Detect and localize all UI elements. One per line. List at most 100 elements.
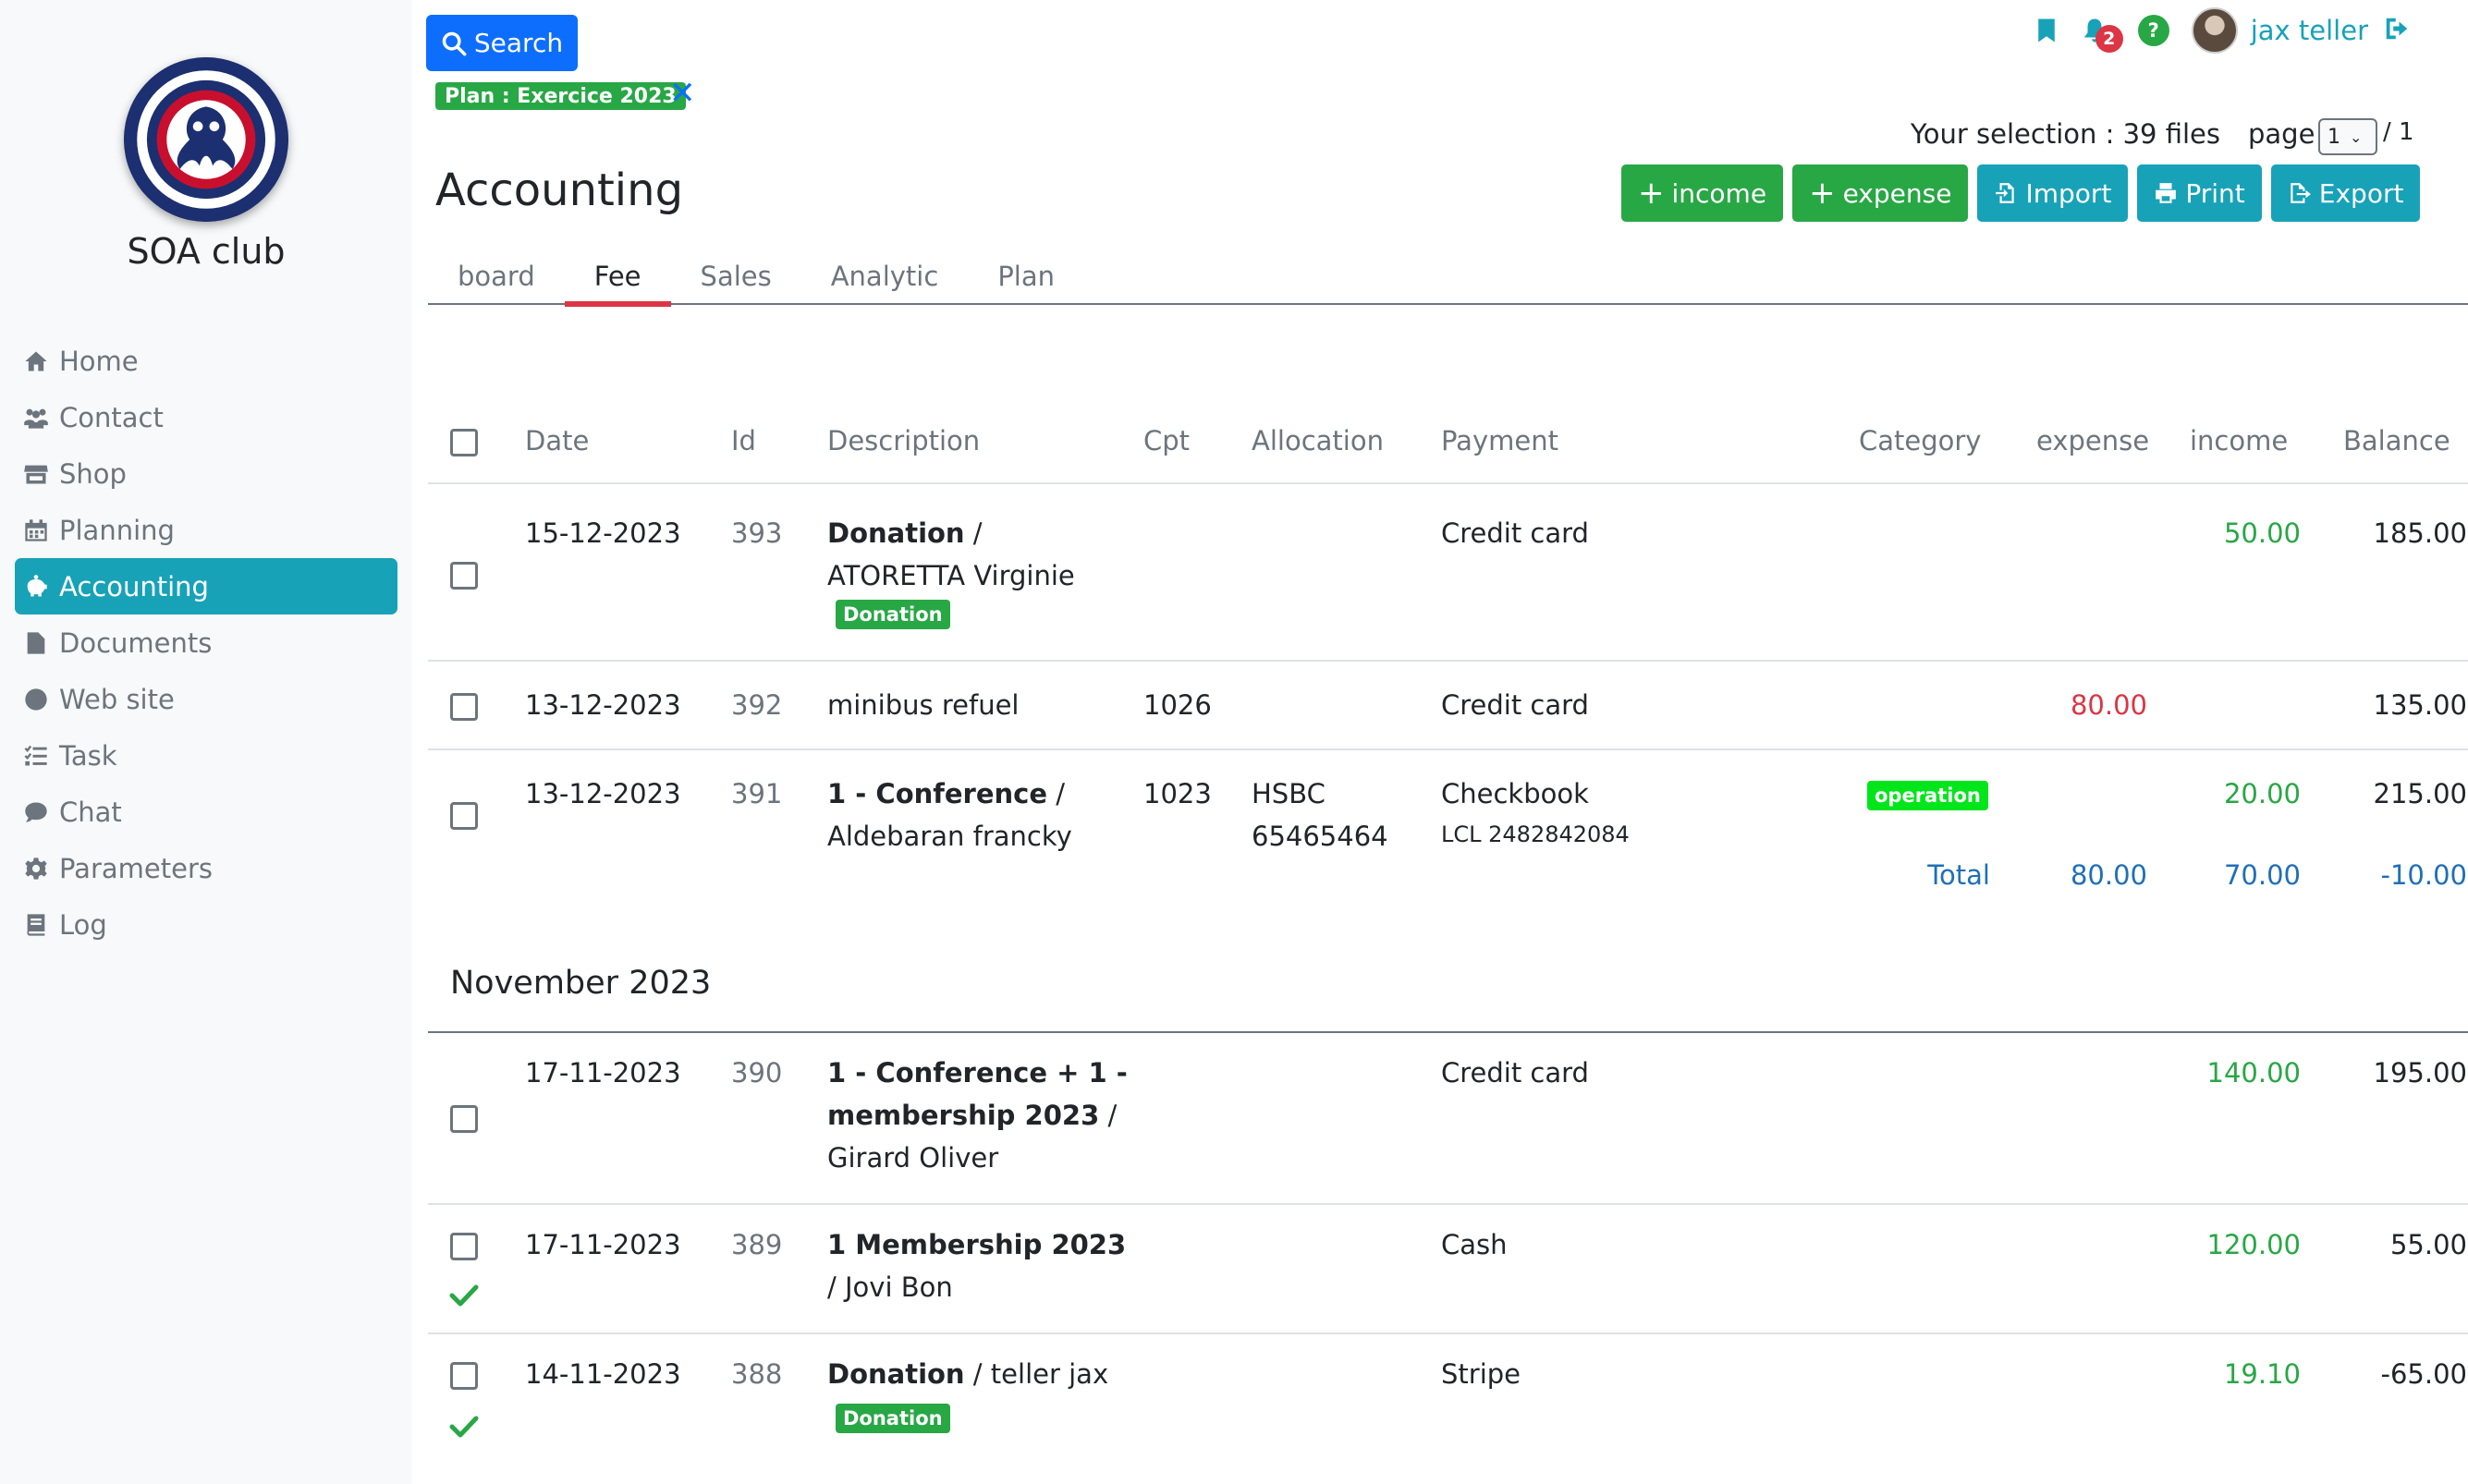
import-button[interactable]: Import — [1977, 164, 2129, 222]
sidebar-item-home[interactable]: Home — [15, 333, 397, 389]
row-checkbox[interactable] — [450, 1233, 478, 1260]
sidebar-item-chat[interactable]: Chat — [15, 784, 397, 840]
column-header-balance[interactable]: Balance — [2343, 425, 2450, 456]
row-date: 14-11-2023 — [525, 1358, 681, 1390]
row-id[interactable]: 392 — [731, 684, 782, 726]
sidebar-item-documents[interactable]: Documents — [15, 614, 397, 671]
row-date: 13-12-2023 — [525, 778, 681, 809]
row-payment: Credit card — [1441, 689, 1589, 721]
row-id[interactable]: 389 — [731, 1223, 782, 1266]
sidebar-nav: Home Contact Shop Planning Accounting Do… — [15, 333, 397, 953]
table-row[interactable]: 15-12-2023 393 Donation / ATORETTA Virgi… — [428, 484, 2468, 662]
totals-expense: 80.00 — [2070, 859, 2147, 891]
users-icon — [22, 404, 59, 432]
row-balance: 195.00 — [2373, 1057, 2467, 1089]
row-id[interactable]: 393 — [731, 512, 782, 554]
column-header-income[interactable]: income — [2190, 425, 2288, 456]
remove-filter-button[interactable]: ✕ — [669, 78, 696, 109]
page-select[interactable]: 1 ⌄ — [2318, 118, 2377, 155]
row-checkbox[interactable] — [450, 802, 478, 830]
column-header-category[interactable]: Category — [1859, 425, 1981, 456]
sidebar-item-parameters[interactable]: Parameters — [15, 840, 397, 896]
row-balance: 215.00 — [2373, 778, 2467, 809]
row-tag: Donation — [836, 597, 950, 629]
table-row[interactable]: 17-11-2023 389 1 Membership 2023 / Jovi … — [428, 1205, 2468, 1334]
sidebar-item-web-site[interactable]: Web site — [15, 671, 397, 727]
column-header-cpt[interactable]: Cpt — [1143, 425, 1190, 456]
help-button[interactable]: ? — [2137, 15, 2169, 46]
export-button[interactable]: Export — [2270, 164, 2421, 222]
search-button[interactable]: Search — [426, 15, 578, 71]
sidebar-item-planning[interactable]: Planning — [15, 502, 397, 558]
logout-button[interactable] — [2381, 15, 2413, 46]
column-header-date[interactable]: Date — [525, 425, 589, 456]
column-header-allocation[interactable]: Allocation — [1252, 425, 1384, 456]
column-header-payment[interactable]: Payment — [1441, 425, 1558, 456]
sidebar-item-task[interactable]: Task — [15, 727, 397, 784]
sidebar-item-contact[interactable]: Contact — [15, 389, 397, 445]
add-income-button[interactable]: + income — [1621, 164, 1784, 222]
table-header: Date Id Description Cpt Allocation Payme… — [428, 412, 2468, 484]
tab-plan[interactable]: Plan — [968, 248, 1084, 305]
print-button[interactable]: Print — [2137, 164, 2262, 222]
donation-tag: Donation — [836, 600, 950, 629]
row-cpt: 1023 — [1143, 778, 1212, 809]
club-logo — [124, 57, 288, 222]
row-id[interactable]: 388 — [731, 1353, 782, 1395]
sidebar-item-log[interactable]: Log — [15, 896, 397, 953]
tab-bar: board Fee Sales Analytic Plan — [428, 248, 2468, 307]
print-label: Print — [2185, 177, 2245, 209]
file-icon — [22, 629, 59, 657]
row-description[interactable]: minibus refuel — [827, 684, 1019, 726]
row-payment: Cash — [1441, 1229, 1508, 1260]
row-checkbox[interactable] — [450, 693, 478, 721]
sidebar-item-label: Planning — [59, 514, 175, 546]
row-checkbox[interactable] — [450, 562, 478, 590]
row-description[interactable]: Donation / ATORETTA Virginie — [827, 512, 1105, 597]
sidebar-item-shop[interactable]: Shop — [15, 445, 397, 502]
add-expense-label: expense — [1842, 177, 1952, 209]
tab-analytic[interactable]: Analytic — [801, 248, 969, 305]
row-description[interactable]: Donation / teller jax — [827, 1353, 1132, 1395]
row-description[interactable]: 1 - Conference + 1 - membership 2023 / G… — [827, 1052, 1132, 1179]
row-checkbox[interactable] — [450, 1362, 478, 1390]
add-expense-button[interactable]: + expense — [1792, 164, 1969, 222]
club-name: SOA club — [127, 231, 286, 272]
top-right-toolbar: 2 ? jax teller — [2029, 7, 2413, 54]
select-all-checkbox[interactable] — [450, 429, 478, 456]
notifications-button[interactable]: 2 — [2077, 12, 2123, 53]
store-icon — [22, 460, 59, 488]
avatar[interactable] — [2191, 7, 2238, 54]
table-row[interactable]: 17-11-2023 390 1 - Conference + 1 - memb… — [428, 1033, 2468, 1205]
row-id[interactable]: 390 — [731, 1052, 782, 1094]
table-row[interactable]: 14-11-2023 388 Donation / teller jax Don… — [428, 1334, 2468, 1464]
search-icon — [442, 31, 467, 55]
description-title: 1 Membership 2023 — [827, 1229, 1127, 1260]
tab-fee[interactable]: Fee — [564, 248, 671, 307]
row-date: 17-11-2023 — [525, 1229, 681, 1260]
sidebar-item-label: Home — [59, 345, 139, 377]
filter-chip: Plan : Exercice 2023 — [435, 82, 686, 110]
row-checkbox[interactable] — [450, 1105, 478, 1133]
house-icon — [22, 347, 59, 375]
column-header-description[interactable]: Description — [827, 425, 980, 456]
bookmark-button[interactable] — [2029, 12, 2064, 49]
row-cpt: 1026 — [1143, 689, 1212, 721]
chevron-down-icon: ⌄ — [2350, 128, 2363, 146]
printer-icon — [2156, 183, 2177, 203]
row-id[interactable]: 391 — [731, 772, 782, 815]
row-payment: Stripe — [1441, 1358, 1521, 1390]
column-header-id[interactable]: Id — [731, 425, 756, 456]
sidebar-item-accounting[interactable]: Accounting — [15, 558, 397, 614]
row-tag: Donation — [836, 1401, 950, 1433]
table-row[interactable]: 13-12-2023 392 minibus refuel 1026 Credi… — [428, 662, 2468, 750]
row-description[interactable]: 1 Membership 2023 / Jovi Bon — [827, 1223, 1132, 1308]
tab-board[interactable]: board — [428, 248, 565, 305]
column-header-expense[interactable]: expense — [2036, 425, 2149, 456]
totals-income: 70.00 — [2223, 859, 2301, 891]
table-row[interactable]: 13-12-2023 391 1 - Conference / Aldebara… — [428, 750, 2468, 852]
tab-sales[interactable]: Sales — [671, 248, 801, 305]
user-name-link[interactable]: jax teller — [2251, 15, 2368, 46]
selection-count: Your selection : 39 files — [1910, 118, 2220, 150]
row-income: 50.00 — [2223, 517, 2301, 549]
